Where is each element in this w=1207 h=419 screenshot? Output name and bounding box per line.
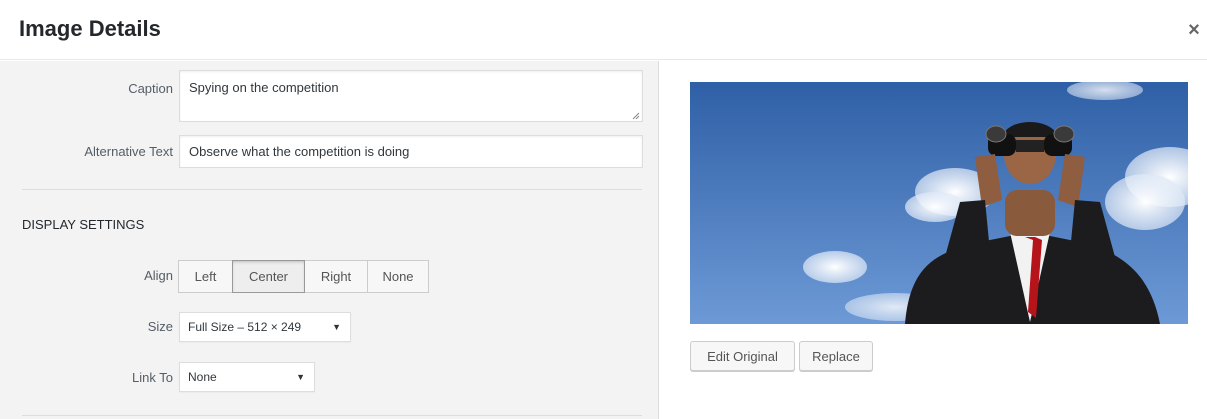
align-none-button[interactable]: None [367,260,429,293]
caption-label: Caption [128,81,173,96]
size-select-value: Full Size – 512 × 249 [188,320,302,334]
size-label: Size [147,319,173,334]
align-right-button[interactable]: Right [304,260,368,293]
link-to-label: Link To [132,370,173,385]
link-to-select-value: None [188,370,217,384]
link-to-select[interactable]: None ▼ [179,362,315,392]
modal-title: Image Details [19,16,161,41]
alt-text-label: Alternative Text [84,144,173,159]
size-select[interactable]: Full Size – 512 × 249 ▼ [179,312,351,342]
align-center-button[interactable]: Center [232,260,305,293]
chevron-down-icon: ▼ [332,322,341,332]
settings-panel: Caption Spying on the competition Altern… [0,61,658,419]
align-label: Align [144,268,173,283]
display-settings-heading: DISPLAY SETTINGS [22,217,145,232]
divider [22,415,642,416]
align-left-button[interactable]: Left [178,260,233,293]
chevron-down-icon: ▼ [296,372,305,382]
alt-text-field[interactable] [179,135,643,168]
image-details-modal: Image Details × Caption Spying on the co… [0,0,1207,419]
caption-field[interactable]: Spying on the competition [179,70,643,122]
modal-header: Image Details × [0,0,1207,60]
image-preview-panel: Edit Original Replace [658,61,1207,419]
edit-original-button[interactable]: Edit Original [690,341,795,371]
align-button-group: Left Center Right None [178,260,429,293]
image-preview [690,82,1188,324]
close-icon[interactable]: × [1186,20,1202,40]
divider [22,189,642,190]
replace-button[interactable]: Replace [799,341,873,371]
